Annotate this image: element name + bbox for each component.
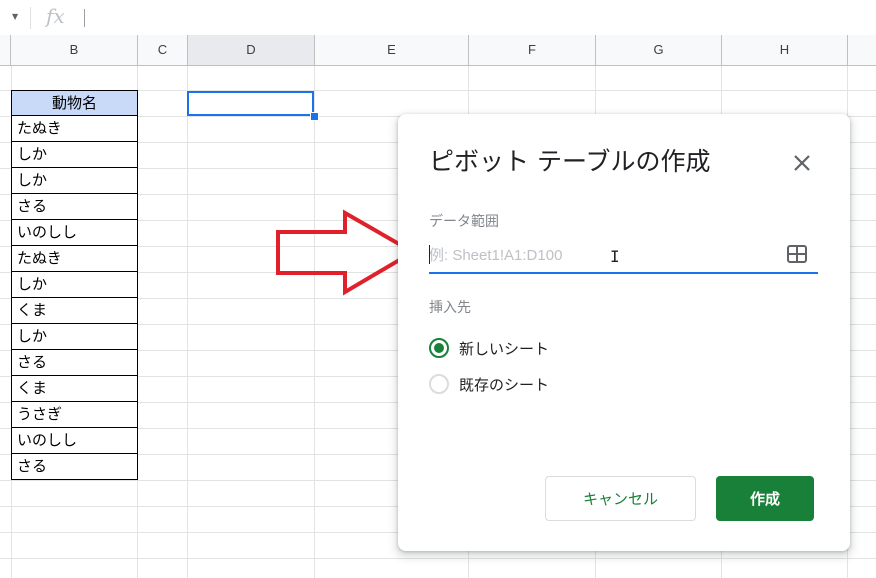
radio-unchecked-icon[interactable] — [429, 374, 449, 394]
table-cell[interactable]: さる — [11, 194, 138, 220]
insert-to-label: 挿入先 — [429, 300, 471, 316]
table-cell[interactable]: しか — [11, 168, 138, 194]
radio-label-new-sheet: 新しいシート — [459, 339, 550, 358]
data-range-label: データ範囲 — [429, 214, 499, 230]
table-cell[interactable]: さる — [11, 350, 138, 376]
create-button[interactable]: 作成 — [716, 476, 814, 521]
table-header-cell[interactable]: 動物名 — [11, 90, 138, 116]
table-cell[interactable]: いのしし — [11, 428, 138, 454]
table-cell[interactable]: くま — [11, 376, 138, 402]
table-cell[interactable]: くま — [11, 298, 138, 324]
table-cell[interactable]: たぬき — [11, 116, 138, 142]
formula-bar-divider — [30, 7, 31, 29]
table-cell[interactable]: さる — [11, 454, 138, 480]
selected-cell[interactable] — [187, 91, 314, 116]
table-cell[interactable]: うさぎ — [11, 402, 138, 428]
fill-handle[interactable] — [310, 112, 319, 121]
table-cell[interactable]: しか — [11, 272, 138, 298]
column-header-d[interactable]: D — [188, 35, 315, 65]
close-icon[interactable] — [791, 152, 813, 174]
column-header-e[interactable]: E — [315, 35, 469, 65]
column-header-b[interactable]: B — [11, 35, 138, 65]
create-pivot-table-dialog: ピボット テーブルの作成 データ範囲 I 挿入先 新しいシート 既存のシート キ… — [398, 114, 850, 551]
radio-new-sheet[interactable]: 新しいシート — [429, 336, 549, 360]
table-cell[interactable]: しか — [11, 324, 138, 350]
dialog-title: ピボット テーブルの作成 — [429, 147, 711, 176]
data-range-input[interactable] — [429, 238, 818, 274]
table-cell[interactable]: たぬき — [11, 246, 138, 272]
text-caret — [429, 245, 430, 264]
column-header-f[interactable]: F — [469, 35, 596, 65]
column-header-c[interactable]: C — [138, 35, 188, 65]
select-range-grid-icon[interactable] — [787, 245, 807, 263]
column-header-a[interactable] — [0, 35, 11, 65]
radio-existing-sheet[interactable]: 既存のシート — [429, 372, 549, 396]
column-header-row: B C D E F G H — [0, 35, 876, 66]
cancel-button[interactable]: キャンセル — [545, 476, 696, 521]
column-header-g[interactable]: G — [596, 35, 722, 65]
radio-label-existing-sheet: 既存のシート — [459, 375, 550, 394]
table-cell[interactable]: いのしし — [11, 220, 138, 246]
formula-input[interactable] — [84, 9, 85, 27]
ibeam-cursor-icon: I — [610, 247, 620, 266]
column-header-h[interactable]: H — [722, 35, 848, 65]
name-box-dropdown-icon[interactable]: ▼ — [12, 12, 18, 21]
radio-checked-icon[interactable] — [429, 338, 449, 358]
fx-icon: fx — [46, 4, 65, 28]
formula-bar: ▼ fx — [0, 0, 876, 36]
table-cell[interactable]: しか — [11, 142, 138, 168]
